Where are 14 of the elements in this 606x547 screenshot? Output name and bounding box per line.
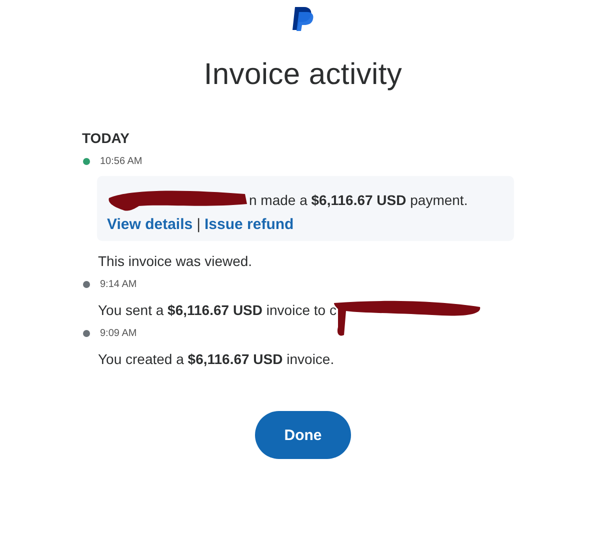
activity-message: This invoice was viewed. [98, 253, 252, 269]
action-link[interactable]: View details [107, 216, 193, 233]
logo-icon [292, 6, 314, 32]
activity-message: You created a $6,116.67 USD invoice. [98, 351, 334, 367]
activity-message: You sent a $6,116.67 USD invoice to c [98, 302, 336, 318]
event-time: 9:09 AM [100, 328, 137, 339]
page-title: Invoice activity [204, 58, 402, 92]
action-link[interactable]: Issue refund [204, 216, 294, 233]
event-time: 9:14 AM [100, 279, 137, 290]
link-separator: | [196, 216, 201, 233]
activity-message: n made a $6,116.67 USD payment. [249, 192, 468, 208]
section-heading: TODAY [82, 130, 130, 146]
event-time: 10:56 AM [100, 156, 142, 167]
done-button[interactable]: Done [255, 411, 351, 459]
